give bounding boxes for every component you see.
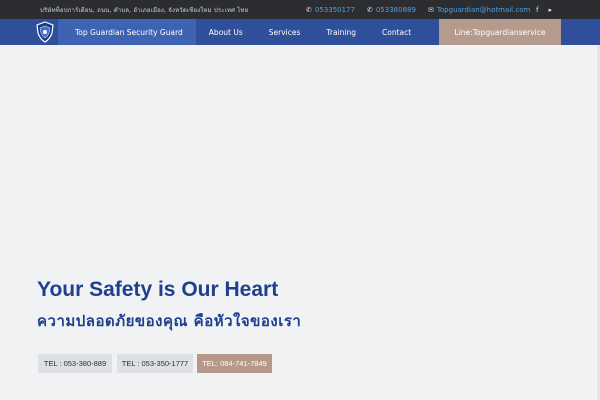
nav-brand-link[interactable]: Top Guardian Security Guard xyxy=(58,19,196,45)
phone-icon: ✆ xyxy=(366,5,373,14)
nav-item-training[interactable]: Training xyxy=(313,19,369,45)
youtube-icon[interactable]: ▸ xyxy=(548,6,552,14)
nav-item-about-us[interactable]: About Us xyxy=(196,19,256,45)
main-navigation: Top Guardian Security Guard About Us Ser… xyxy=(0,19,600,45)
social-links: f ▸ xyxy=(536,0,552,19)
line-id-button[interactable]: Line:Topguardianservice xyxy=(439,19,561,45)
hero-title: Your Safety is Our Heart xyxy=(37,278,279,301)
facebook-icon[interactable]: f xyxy=(536,6,538,14)
phone-icon: ✆ xyxy=(306,5,312,14)
email-link[interactable]: ✉ Topguardian@hotmail.com xyxy=(428,6,530,14)
phone-2-text: 053380889 xyxy=(375,5,416,14)
hero-subtitle: ความปลอดภัยของคุณ คือหัวใจของเรา xyxy=(37,312,302,330)
nav-item-contact[interactable]: Contact xyxy=(369,19,424,45)
tel-button-1[interactable]: TEL : 053-380-889 xyxy=(38,354,112,373)
phone-link-2[interactable]: ✆ 053380889 xyxy=(367,6,416,14)
shield-logo-icon[interactable] xyxy=(32,19,58,45)
email-text: Topguardian@hotmail.com xyxy=(436,5,531,14)
tel-button-2[interactable]: TEL : 053-350-1777 xyxy=(117,354,193,373)
top-info-bar: บริษัทท็อปการ์เดียน, ถนน, ตำบล, อำเภอเมื… xyxy=(0,0,600,19)
tel-button-3[interactable]: TEL: 084-741-7849 xyxy=(197,354,272,373)
mail-icon: ✉ xyxy=(427,5,434,14)
nav-item-services[interactable]: Services xyxy=(256,19,314,45)
phone-1-text: 053350177 xyxy=(314,5,355,14)
phone-link-1[interactable]: ✆ 053350177 xyxy=(306,6,355,14)
company-address: บริษัทท็อปการ์เดียน, ถนน, ตำบล, อำเภอเมื… xyxy=(40,6,249,14)
